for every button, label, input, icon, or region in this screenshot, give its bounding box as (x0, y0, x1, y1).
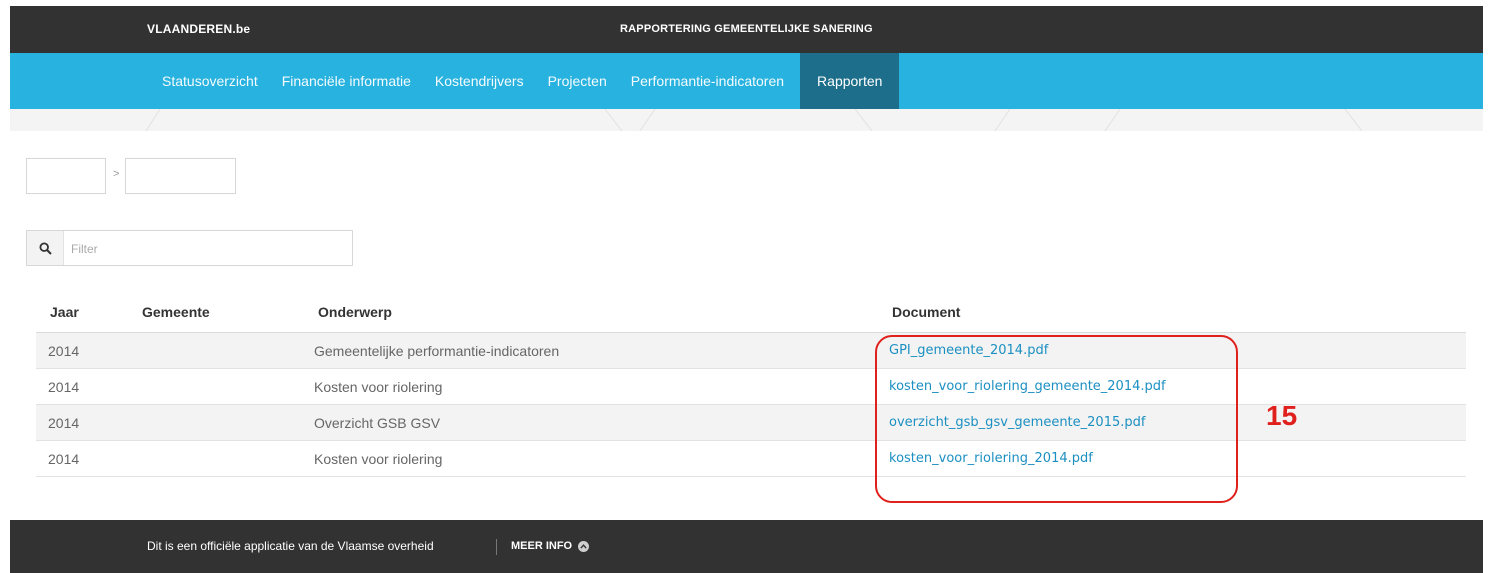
table-row: 2014 Kosten voor riolering kosten_voor_r… (36, 441, 1466, 477)
cell-subject: Overzicht GSB GSV (314, 415, 441, 431)
breadcrumb-separator: > (113, 168, 120, 180)
footer-bar: Dit is een officiële applicatie van de V… (10, 520, 1483, 573)
cell-subject: Kosten voor riolering (314, 379, 443, 395)
more-info-button[interactable]: MEER INFO (511, 520, 590, 573)
table-row: 2014 Overzicht GSB GSV overzicht_gsb_gsv… (36, 405, 1466, 441)
more-info-label: MEER INFO (511, 540, 573, 552)
cell-year: 2014 (48, 415, 80, 431)
cell-year: 2014 (48, 451, 80, 467)
annotation-highlight-box (875, 335, 1238, 503)
table-row: 2014 Kosten voor riolering kosten_voor_r… (36, 369, 1466, 405)
column-header-year: Jaar (50, 304, 79, 320)
breadcrumb-box-1[interactable] (26, 158, 106, 194)
nav-item-rapporten[interactable]: Rapporten (800, 53, 900, 109)
reports-table: Jaar Gemeente Onderwerp Document 2014 Ge… (36, 293, 1466, 477)
cell-year: 2014 (48, 379, 80, 395)
chevron-up-circle-icon (578, 541, 590, 552)
brand-link[interactable]: VLAANDEREN.be (147, 6, 250, 53)
nav-item-statusoverzicht[interactable]: Statusoverzicht (150, 53, 270, 109)
breadcrumb-box-2[interactable] (125, 158, 236, 194)
filter-input[interactable] (69, 237, 343, 261)
nav-item-performantie-indicatoren[interactable]: Performantie-indicatoren (619, 53, 796, 109)
column-header-document: Document (892, 304, 961, 320)
decorative-band (10, 109, 1483, 131)
table-row: 2014 Gemeentelijke performantie-indicato… (36, 333, 1466, 369)
nav-item-kostendrijvers[interactable]: Kostendrijvers (423, 53, 536, 109)
app-title: RAPPORTERING GEMEENTELIJKE SANERING (620, 23, 873, 35)
filter-field (26, 230, 353, 266)
footer-text: Dit is een officiële applicatie van de V… (147, 539, 434, 553)
footer-divider (496, 539, 497, 555)
cell-subject: Kosten voor riolering (314, 451, 443, 467)
search-icon[interactable] (27, 231, 64, 265)
table-header: Jaar Gemeente Onderwerp Document (36, 293, 1466, 333)
top-header-bar: VLAANDEREN.be RAPPORTERING GEMEENTELIJKE… (10, 6, 1483, 53)
column-header-subject: Onderwerp (318, 304, 392, 320)
main-nav: Statusoverzicht Financiële informatie Ko… (10, 53, 1483, 109)
cell-subject: Gemeentelijke performantie-indicatoren (314, 343, 560, 359)
band-pattern (145, 109, 1363, 131)
column-header-municipality: Gemeente (142, 304, 210, 320)
annotation-number: 15 (1266, 400, 1298, 431)
cell-year: 2014 (48, 343, 80, 359)
nav-item-financiele-informatie[interactable]: Financiële informatie (270, 53, 423, 109)
nav-item-projecten[interactable]: Projecten (536, 53, 619, 109)
